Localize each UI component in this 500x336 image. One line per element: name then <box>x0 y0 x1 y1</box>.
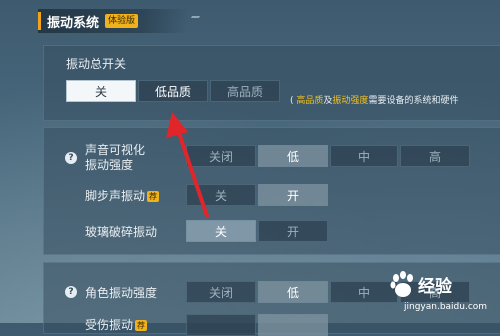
baidu-watermark: 经验 jingyan.baidu.com <box>388 268 496 318</box>
footstep-label: 脚步声振动荐 <box>85 187 160 204</box>
master-option-low-quality[interactable]: 低品质 <box>138 80 208 102</box>
beta-badge: 体验版 <box>105 14 139 28</box>
hit-label-text: 受伤振动 <box>85 318 134 332</box>
note-rest: 需要设备的系统和硬件 <box>368 96 459 106</box>
glass-label: 玻璃破碎振动 <box>85 225 158 239</box>
sound-viz-segmented: 关闭 低 中 高 <box>186 145 472 167</box>
master-option-high-quality[interactable]: 高品质 <box>210 80 280 102</box>
footstep-option-off[interactable]: 关 <box>186 184 256 206</box>
header-accent-bar <box>38 12 41 30</box>
footstep-segmented: 关 开 <box>186 184 330 206</box>
sound-viz-label: 声音可视化 振动强度 <box>85 143 145 173</box>
sound-viz-option-mid[interactable]: 中 <box>330 145 398 167</box>
help-icon[interactable]: ? <box>65 152 77 164</box>
character-intensity-label: 角色振动强度 <box>85 286 158 300</box>
footstep-label-text: 脚步声振动 <box>85 189 146 203</box>
glass-option-off[interactable]: 关 <box>186 220 256 242</box>
sound-viz-option-high[interactable]: 高 <box>400 145 470 167</box>
glass-segmented: 关 开 <box>186 220 330 242</box>
sound-viz-label-line1: 声音可视化 <box>85 143 146 157</box>
sound-viz-label-line2: 振动强度 <box>85 158 134 172</box>
sound-viz-option-low[interactable]: 低 <box>258 145 328 167</box>
baidu-paw-icon <box>390 271 413 297</box>
recommended-tag: 荐 <box>135 320 148 331</box>
watermark-text: 经验 <box>418 277 452 297</box>
master-switch-label: 振动总开关 <box>66 57 127 71</box>
note-paren: ( <box>290 96 294 106</box>
hardware-note: ( 高品质及振动强度需要设备的系统和硬件 <box>290 93 458 106</box>
section-header: 振动系统 体验版 <box>38 9 188 33</box>
note-highlight-high-quality: 高品质 <box>296 96 324 106</box>
sound-viz-option-off[interactable]: 关闭 <box>186 145 256 167</box>
section-title: 振动系统 <box>47 15 100 31</box>
master-switch-segmented: 关 低品质 高品质 <box>66 80 282 102</box>
watermark-url: jingyan.baidu.com <box>404 302 488 312</box>
recommended-tag: 荐 <box>147 191 160 202</box>
hit-option-2[interactable] <box>258 314 328 336</box>
character-option-off[interactable]: 关闭 <box>186 281 256 303</box>
hit-segmented <box>186 314 330 336</box>
help-icon[interactable]: ? <box>65 286 77 298</box>
note-highlight-intensity: 振动强度 <box>332 96 369 106</box>
hit-label: 受伤振动荐 <box>85 316 148 333</box>
footstep-option-on[interactable]: 开 <box>258 184 328 206</box>
master-option-off[interactable]: 关 <box>66 80 136 102</box>
character-option-low[interactable]: 低 <box>258 281 328 303</box>
glass-option-on[interactable]: 开 <box>258 220 328 242</box>
hit-option-1[interactable] <box>186 314 256 336</box>
